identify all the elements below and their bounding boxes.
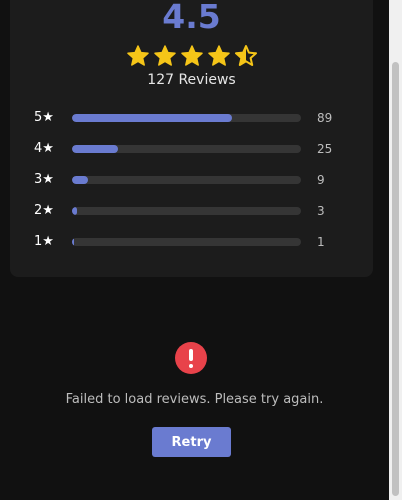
- rating-row-label: 3★: [34, 172, 54, 187]
- rating-bar-fill: [72, 207, 77, 215]
- star-filled-icon: [153, 45, 176, 66]
- average-rating: 4.5: [162, 0, 221, 36]
- star-filled-icon: [180, 45, 203, 66]
- star-half-icon: [234, 45, 257, 66]
- star-filled-icon: [126, 45, 149, 66]
- rating-row-label: 4★: [34, 141, 54, 156]
- error-message: Failed to load reviews. Please try again…: [65, 392, 324, 407]
- rating-row-2: 2★ 3: [10, 203, 373, 219]
- rating-row-3: 3★ 9: [10, 172, 373, 188]
- rating-row-count: 1: [317, 235, 325, 249]
- rating-bar-track: [72, 114, 301, 122]
- rating-bar-track: [72, 176, 301, 184]
- rating-row-count: 25: [317, 142, 333, 156]
- review-count: 127 Reviews: [147, 72, 236, 88]
- star-rating: [10, 44, 373, 68]
- rating-bar-track: [72, 238, 301, 246]
- rating-row-count: 9: [317, 173, 325, 187]
- rating-bar-fill: [72, 238, 75, 246]
- rating-row-5: 5★ 89: [10, 110, 373, 126]
- rating-row-label: 5★: [34, 110, 54, 125]
- rating-bar-fill: [72, 176, 89, 184]
- star-filled-icon: [207, 45, 230, 66]
- rating-row-count: 89: [317, 111, 333, 125]
- rating-bar-track: [72, 145, 301, 153]
- rating-summary-card: 4.5 127 Reviews 5★ 89 4★ 25 3★ 9 2★ 3 1★…: [10, 0, 373, 277]
- retry-button[interactable]: Retry: [152, 427, 231, 457]
- vertical-scrollbar[interactable]: [389, 0, 402, 500]
- rating-bar-track: [72, 207, 301, 215]
- rating-bar-fill: [72, 114, 233, 122]
- alert-circle-icon: [175, 342, 207, 374]
- rating-bar-fill: [72, 145, 118, 153]
- rating-row-label: 2★: [34, 203, 54, 218]
- rating-row-1: 1★ 1: [10, 234, 373, 250]
- rating-row-label: 1★: [34, 234, 54, 249]
- scrollbar-thumb[interactable]: [392, 62, 399, 496]
- rating-row-4: 4★ 25: [10, 141, 373, 157]
- reviews-panel: 4.5 127 Reviews 5★ 89 4★ 25 3★ 9 2★ 3 1★…: [0, 0, 389, 500]
- rating-row-count: 3: [317, 204, 325, 218]
